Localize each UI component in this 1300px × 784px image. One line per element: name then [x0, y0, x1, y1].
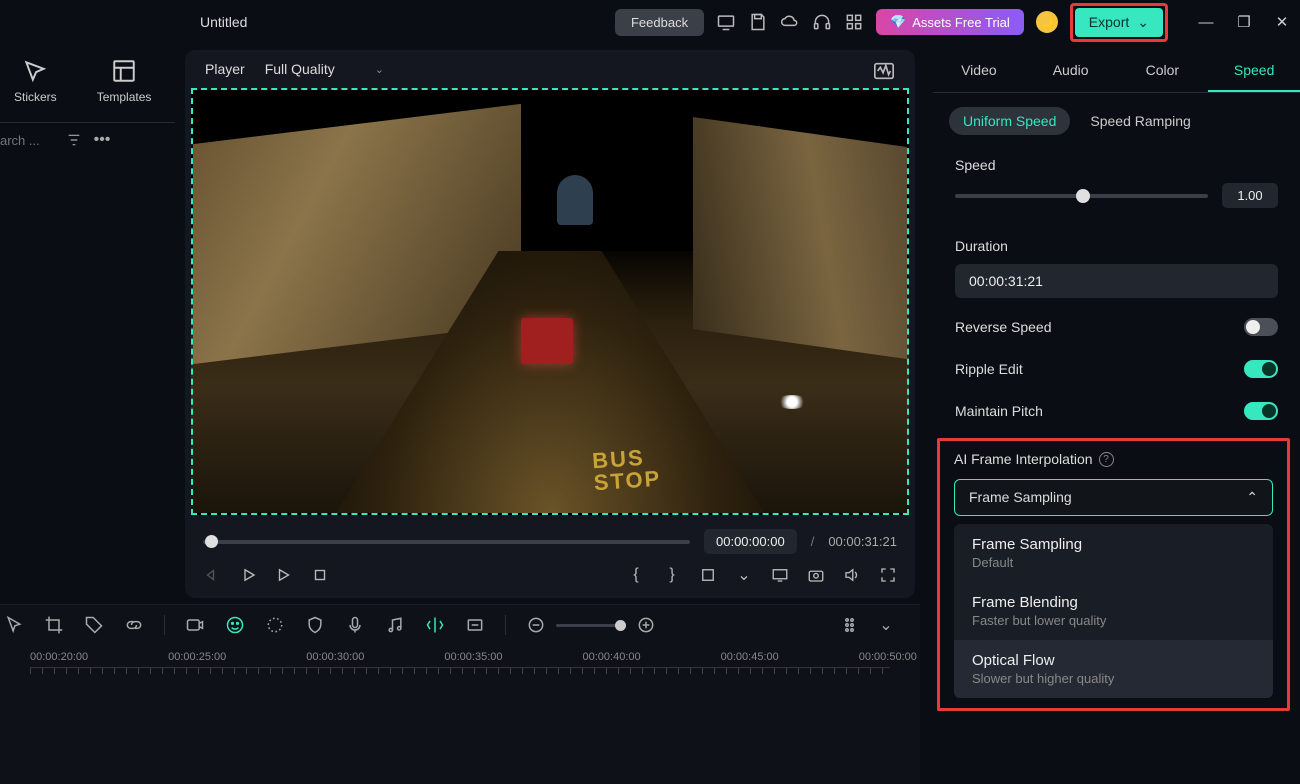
pointer-tool-icon[interactable] — [4, 615, 24, 635]
adjust-tool-icon[interactable] — [265, 615, 285, 635]
play-button[interactable] — [239, 566, 257, 584]
record-tool-icon[interactable] — [185, 615, 205, 635]
duration-input[interactable] — [955, 264, 1278, 298]
road-text: BUS STOP — [591, 446, 661, 495]
interpolation-options: Frame Sampling Default Frame Blending Fa… — [954, 524, 1273, 698]
export-button[interactable]: Export ⌄ — [1075, 8, 1163, 37]
ai-interpolation-section: AI Frame Interpolation ? Frame Sampling … — [937, 438, 1290, 711]
option-frame-blending[interactable]: Frame Blending Faster but lower quality — [954, 582, 1273, 640]
snapshot-icon[interactable] — [807, 566, 825, 584]
option-frame-sampling[interactable]: Frame Sampling Default — [954, 524, 1273, 582]
help-icon[interactable]: ? — [1099, 452, 1114, 467]
split-tool-icon[interactable] — [425, 615, 445, 635]
left-sidebar: Stickers Templates ••• — [0, 44, 175, 604]
timeline-ruler: 00:00:20:00 00:00:25:00 00:00:30:00 00:0… — [0, 645, 920, 663]
chevron-up-icon: ⌃ — [1246, 489, 1258, 506]
duration-label: Duration — [955, 238, 1278, 254]
tab-color[interactable]: Color — [1117, 50, 1209, 92]
tag-tool-icon[interactable] — [84, 615, 104, 635]
waveform-icon[interactable] — [873, 60, 895, 78]
top-bar: Untitled Feedback 💎 Assets Free Trial 🌙 … — [0, 0, 1300, 44]
templates-icon — [111, 58, 137, 84]
feedback-button[interactable]: Feedback — [615, 9, 704, 36]
next-frame-button[interactable] — [275, 566, 293, 584]
filter-icon[interactable] — [65, 131, 83, 149]
stickers-tab[interactable]: Stickers — [14, 58, 57, 104]
speed-label: Speed — [955, 157, 1278, 173]
grid-icon[interactable] — [844, 12, 864, 32]
minimize-button[interactable]: — — [1198, 14, 1214, 30]
timeline-panel: ⌄ 00:00:20:00 00:00:25:00 00:00:30:00 00… — [0, 604, 920, 784]
chevron-down-icon[interactable]: ⌄ — [876, 615, 896, 635]
current-time: 00:00:00:00 — [704, 529, 797, 554]
close-button[interactable]: ✕ — [1274, 14, 1290, 30]
reverse-speed-toggle[interactable] — [1244, 318, 1278, 336]
prev-frame-button[interactable] — [203, 566, 221, 584]
headphones-icon[interactable] — [812, 12, 832, 32]
chevron-down-icon[interactable]: ⌄ — [735, 566, 753, 584]
total-time: 00:00:31:21 — [828, 534, 897, 549]
templates-tab[interactable]: Templates — [97, 58, 152, 104]
zoom-in-button[interactable] — [636, 615, 656, 635]
chevron-down-icon: ⌄ — [1137, 14, 1149, 31]
mark-in-button[interactable]: { — [627, 566, 645, 584]
assets-trial-button[interactable]: 💎 Assets Free Trial — [876, 9, 1024, 35]
ripple-edit-label: Ripple Edit — [955, 361, 1023, 377]
face-tool-icon[interactable] — [225, 615, 245, 635]
interpolation-select[interactable]: Frame Sampling ⌃ — [954, 479, 1273, 516]
theme-icon[interactable]: 🌙 — [1036, 11, 1058, 33]
export-highlight: Export ⌄ — [1070, 3, 1168, 42]
scrub-track[interactable] — [203, 540, 690, 544]
screen-icon[interactable] — [716, 12, 736, 32]
chevron-down-icon: ⌄ — [375, 63, 384, 76]
reverse-speed-label: Reverse Speed — [955, 319, 1052, 335]
mark-out-button[interactable]: } — [663, 566, 681, 584]
zoom-out-button[interactable] — [526, 615, 546, 635]
crop-icon[interactable] — [699, 566, 717, 584]
more-icon[interactable]: ••• — [93, 131, 111, 149]
fullscreen-icon[interactable] — [879, 566, 897, 584]
maximize-button[interactable]: ❐ — [1236, 14, 1252, 30]
speed-value[interactable]: 1.00 — [1222, 183, 1278, 208]
frame-tool-icon[interactable] — [465, 615, 485, 635]
link-tool-icon[interactable] — [124, 615, 144, 635]
display-icon[interactable] — [771, 566, 789, 584]
project-title: Untitled — [200, 14, 247, 30]
grid-view-icon[interactable] — [842, 615, 862, 635]
tab-speed[interactable]: Speed — [1208, 50, 1300, 92]
uniform-speed-mode[interactable]: Uniform Speed — [949, 107, 1070, 135]
quality-dropdown[interactable]: Full Quality ⌄ — [265, 61, 384, 77]
speed-ramping-mode[interactable]: Speed Ramping — [1090, 113, 1190, 129]
player-label: Player — [205, 61, 245, 77]
cloud-icon[interactable] — [780, 12, 800, 32]
maintain-pitch-label: Maintain Pitch — [955, 403, 1043, 419]
gem-icon: 💎 — [890, 14, 906, 30]
speed-slider[interactable] — [955, 194, 1208, 198]
search-input[interactable] — [0, 133, 55, 148]
timeline-ticks[interactable] — [30, 667, 890, 681]
crop-tool-icon[interactable] — [44, 615, 64, 635]
stickers-icon — [22, 58, 48, 84]
tab-video[interactable]: Video — [933, 50, 1025, 92]
zoom-slider[interactable] — [556, 624, 626, 627]
save-icon[interactable] — [748, 12, 768, 32]
video-preview[interactable]: BUS STOP — [191, 88, 909, 515]
ripple-edit-toggle[interactable] — [1244, 360, 1278, 378]
properties-panel: Video Audio Color Speed Uniform Speed Sp… — [925, 44, 1300, 604]
volume-icon[interactable] — [843, 566, 861, 584]
tab-audio[interactable]: Audio — [1025, 50, 1117, 92]
stop-button[interactable] — [311, 566, 329, 584]
preview-panel: Player Full Quality ⌄ BUS STOP 00:00: — [185, 50, 915, 598]
mic-tool-icon[interactable] — [345, 615, 365, 635]
ai-interpolation-label: AI Frame Interpolation — [954, 451, 1093, 467]
maintain-pitch-toggle[interactable] — [1244, 402, 1278, 420]
shield-tool-icon[interactable] — [305, 615, 325, 635]
music-tool-icon[interactable] — [385, 615, 405, 635]
option-optical-flow[interactable]: Optical Flow Slower but higher quality — [954, 640, 1273, 698]
